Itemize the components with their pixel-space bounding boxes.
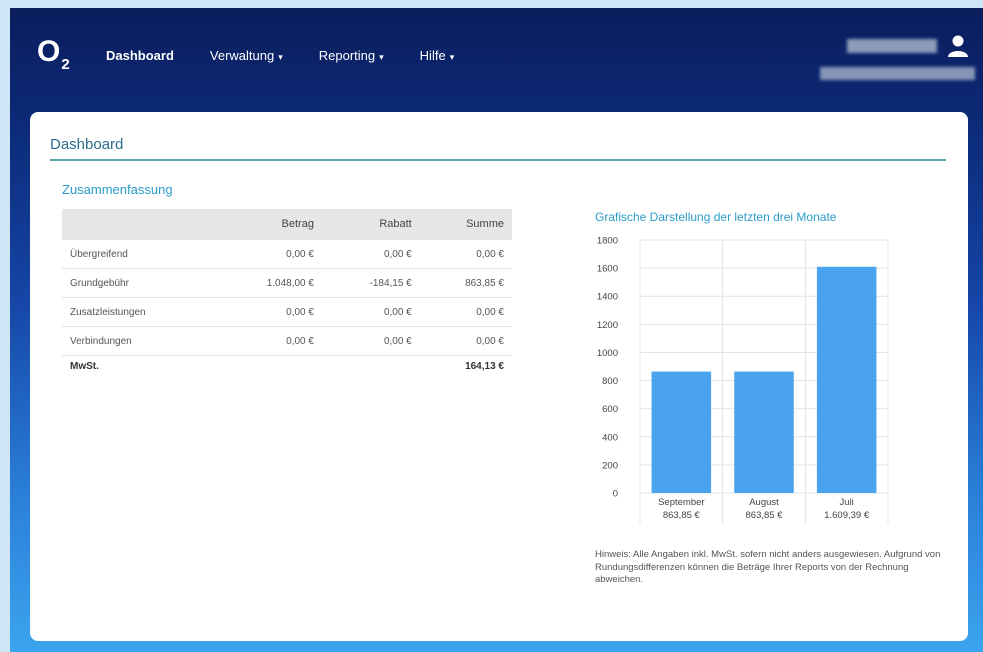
hint-text: Hinweis: Alle Angaben inkl. MwSt. sofern… <box>595 549 941 585</box>
table-row: Verbindungen 0,00 €0,00 €0,00 € <box>62 326 512 356</box>
y-tick-label: 800 <box>602 376 618 387</box>
bar-chart: 0 200 400 600 800 1000 1200 1400 1600 1800 Septemb… <box>597 236 889 523</box>
title-divider <box>50 159 946 161</box>
nav-item-label: Reporting <box>318 48 376 63</box>
summary-table: Betrag Rabatt Summe Übergreifend 0,00 €0,00… <box>62 209 512 383</box>
bar-value-label: 1.609,39 € <box>824 510 870 521</box>
cell-value: -184,15 € <box>321 268 420 298</box>
row-label: Verbindungen <box>62 326 216 356</box>
main-nav: Dashboard Verwaltung ▾ Reporting ▾ Hilfe ▾ <box>106 48 454 63</box>
chart-title: Grafische Darstellung der letzten drei M… <box>595 210 837 224</box>
y-tick-label: 600 <box>602 404 618 415</box>
y-tick-label: 1400 <box>597 292 618 303</box>
user-name-redacted <box>847 39 937 53</box>
user-icon[interactable] <box>946 34 970 58</box>
cell-value: 0,00 € <box>321 326 420 356</box>
x-category-label: August <box>749 497 779 508</box>
cell-value: 863,85 € <box>419 268 512 298</box>
cell-value: 0,00 € <box>321 239 420 269</box>
table-row: Grundgebühr 1.048,00 € -184,15 €863,85 € <box>62 268 512 298</box>
caret-down-icon: ▾ <box>278 52 283 62</box>
caret-down-icon: ▾ <box>449 52 455 62</box>
nav-item-hilfe[interactable]: Hilfe ▾ <box>420 48 455 63</box>
nav-item-reporting[interactable]: Reporting ▾ <box>319 48 384 63</box>
top-navigation: O2 Dashboard Verwaltung ▾ Reporting ▾ Hilfe ▾ <box>10 8 983 98</box>
cell-value: 0,00 € <box>215 239 322 269</box>
nav-item-dashboard[interactable]: Dashboard <box>106 48 174 63</box>
page-title: Dashboard <box>50 136 124 153</box>
column-header: Betrag <box>215 209 322 240</box>
row-label: Zusatzleistungen <box>62 297 216 327</box>
cell-value: 0,00 € <box>215 297 322 327</box>
app-background: O2 Dashboard Verwaltung ▾ Reporting ▾ Hilfe ▾ … <box>10 8 983 652</box>
o2-logo[interactable]: O2 <box>37 35 70 73</box>
x-category-label: Juli <box>840 497 854 508</box>
cell-value: 0,00 € <box>419 297 512 327</box>
row-label: Grundgebühr <box>62 268 216 298</box>
x-category-label: September <box>658 497 704 508</box>
user-account-redacted <box>820 67 975 80</box>
y-tick-label: 1000 <box>597 348 618 359</box>
column-header <box>62 209 216 240</box>
row-label: Übergreifend <box>62 239 216 269</box>
dashboard-panel: Dashboard Zusammenfassung Betrag Rabatt Su… <box>30 112 968 641</box>
table-header-row: Betrag Rabatt Summe <box>62 209 512 240</box>
vat-row: MwSt. 164,13 € <box>62 355 512 383</box>
bar-value-label: 863,85 € <box>746 510 784 521</box>
column-header: Summe <box>419 209 512 240</box>
column-header: Rabatt <box>321 209 420 240</box>
nav-item-label: Dashboard <box>106 48 174 63</box>
vat-label: MwSt. <box>62 355 216 383</box>
cell-value: 0,00 € <box>419 326 512 356</box>
bar-september <box>651 371 712 493</box>
cell-value: 1.048,00 € <box>215 268 322 298</box>
bar-juli <box>816 266 877 493</box>
bar-value-label: 863,85 € <box>663 510 701 521</box>
cell-value: 0,00 € <box>215 326 322 356</box>
table-row: Zusatzleistungen 0,00 €0,00 €0,00 € <box>62 297 512 327</box>
bar-august <box>734 371 794 493</box>
table-row: Übergreifend 0,00 €0,00 €0,00 € <box>62 239 512 269</box>
nav-item-label: Verwaltung <box>209 48 275 63</box>
y-tick-label: 1800 <box>597 236 618 247</box>
y-tick-label: 400 <box>602 432 618 443</box>
y-tick-label: 200 <box>602 460 618 471</box>
cell-value: 0,00 € <box>419 239 512 269</box>
nav-item-verwaltung[interactable]: Verwaltung ▾ <box>210 48 283 63</box>
y-tick-label: 0 <box>613 489 618 500</box>
caret-down-icon: ▾ <box>379 52 384 62</box>
vat-value: 164,13 € <box>419 355 512 383</box>
y-tick-label: 1200 <box>597 320 618 331</box>
nav-item-label: Hilfe <box>419 48 446 63</box>
summary-title: Zusammenfassung <box>62 182 173 197</box>
y-tick-label: 1600 <box>597 264 618 275</box>
cell-value: 0,00 € <box>321 297 420 327</box>
